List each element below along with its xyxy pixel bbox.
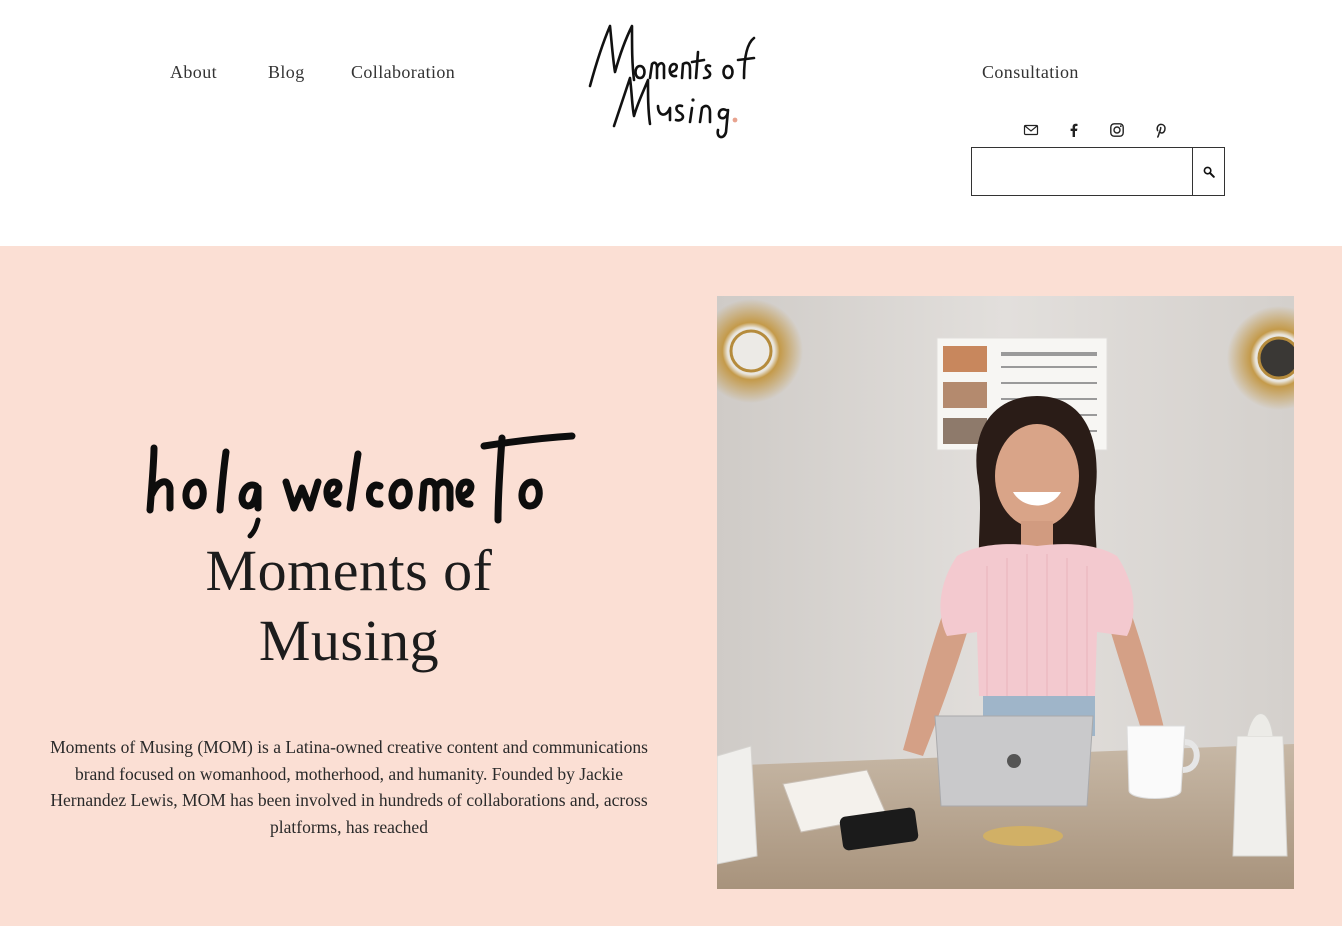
hero-description: Moments of Musing (MOM) is a Latina-owne… <box>50 737 648 837</box>
founder-photo-illustration <box>717 296 1294 889</box>
hero-section: Moments of Musing Moments of Musing (MOM… <box>0 246 1342 926</box>
nav-blog[interactable]: Blog <box>268 62 305 83</box>
facebook-icon[interactable] <box>1066 122 1082 138</box>
hero-intro: Moments of Musing Moments of Musing (MOM… <box>40 246 658 926</box>
hero-title: Moments of Musing <box>40 536 658 676</box>
site-header: About Blog Collaboration Consultation <box>0 0 1342 246</box>
search-button[interactable] <box>1192 147 1225 196</box>
hero-title-line-1: Moments of <box>205 538 493 603</box>
hero-title-line-2: Musing <box>258 608 440 673</box>
nav-collaboration[interactable]: Collaboration <box>351 62 455 83</box>
site-logo[interactable] <box>582 16 766 142</box>
email-icon[interactable] <box>1023 122 1039 138</box>
hero-photo <box>717 296 1294 889</box>
search-form <box>971 147 1225 196</box>
search-input[interactable] <box>972 148 1192 195</box>
pinterest-icon[interactable] <box>1152 122 1168 138</box>
search-icon <box>1203 166 1215 178</box>
hero-greeting-script <box>140 424 580 539</box>
instagram-icon[interactable] <box>1109 122 1125 138</box>
logo-script-wordmark <box>588 24 756 139</box>
nav-consultation[interactable]: Consultation <box>982 62 1079 82</box>
social-links <box>1023 122 1168 138</box>
greeting-script-lettering <box>146 432 576 539</box>
secondary-nav: Consultation <box>982 62 1079 83</box>
nav-about[interactable]: About <box>170 62 217 83</box>
